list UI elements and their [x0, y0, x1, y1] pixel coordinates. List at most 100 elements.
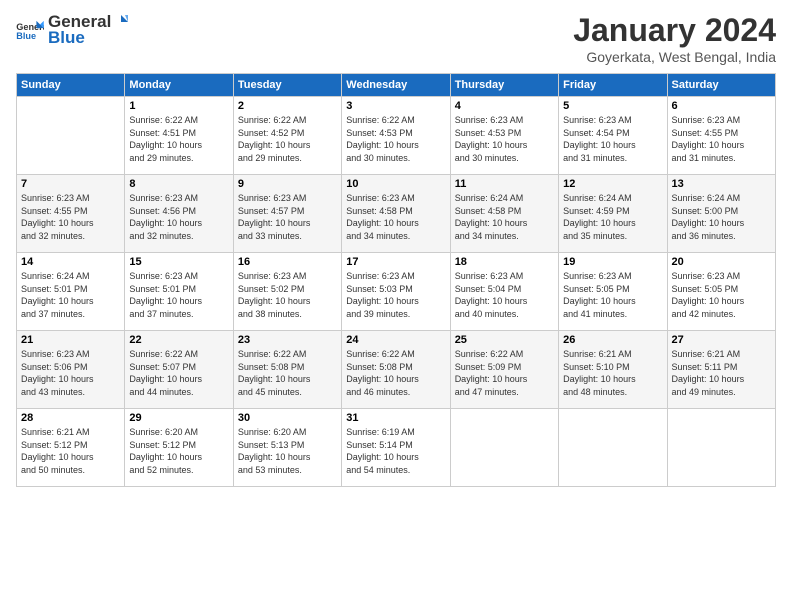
- day-info: Sunrise: 6:23 AM Sunset: 5:05 PM Dayligh…: [672, 270, 771, 320]
- day-number: 4: [455, 100, 554, 112]
- day-info: Sunrise: 6:23 AM Sunset: 5:05 PM Dayligh…: [563, 270, 662, 320]
- col-monday: Monday: [125, 74, 233, 97]
- day-number: 9: [238, 178, 337, 190]
- table-row: 29Sunrise: 6:20 AM Sunset: 5:12 PM Dayli…: [125, 409, 233, 487]
- day-number: 14: [21, 256, 120, 268]
- day-info: Sunrise: 6:20 AM Sunset: 5:12 PM Dayligh…: [129, 426, 228, 476]
- calendar-week-3: 14 Sunrise: 6:24 AM Sunset: 5:01 PM Dayli…: [17, 253, 776, 331]
- table-row: 2 Sunrise: 6:22 AM Sunset: 4:52 PM Daylig…: [233, 97, 341, 175]
- table-row: 23 Sunrise: 6:22 AM Sunset: 5:08 PM Dayli…: [233, 331, 341, 409]
- day-number: 22: [129, 334, 228, 346]
- day-info: Sunrise: 6:24 AM Sunset: 4:59 PM Dayligh…: [563, 192, 662, 242]
- table-row: [450, 409, 558, 487]
- calendar-week-4: 21Sunrise: 6:23 AM Sunset: 5:06 PM Dayli…: [17, 331, 776, 409]
- day-info: Sunrise: 6:23 AM Sunset: 4:56 PM Dayligh…: [129, 192, 228, 242]
- day-info: Sunrise: 6:23 AM Sunset: 4:54 PM Dayligh…: [563, 114, 662, 164]
- table-row: 9Sunrise: 6:23 AM Sunset: 4:57 PM Daylig…: [233, 175, 341, 253]
- col-saturday: Saturday: [667, 74, 775, 97]
- logo: General Blue General Blue: [16, 12, 131, 48]
- day-info: Sunrise: 6:22 AM Sunset: 5:07 PM Dayligh…: [129, 348, 228, 398]
- table-row: [667, 409, 775, 487]
- day-number: 17: [346, 256, 445, 268]
- table-row: 1Sunrise: 6:22 AM Sunset: 4:51 PM Daylig…: [125, 97, 233, 175]
- day-number: 8: [129, 178, 228, 190]
- day-number: 10: [346, 178, 445, 190]
- table-row: 20 Sunrise: 6:23 AM Sunset: 5:05 PM Dayli…: [667, 253, 775, 331]
- calendar-title: January 2024: [573, 12, 776, 49]
- day-info: Sunrise: 6:24 AM Sunset: 4:58 PM Dayligh…: [455, 192, 554, 242]
- day-number: 19: [563, 256, 662, 268]
- table-row: 18 Sunrise: 6:23 AM Sunset: 5:04 PM Dayli…: [450, 253, 558, 331]
- day-info: Sunrise: 6:24 AM Sunset: 5:01 PM Dayligh…: [21, 270, 120, 320]
- day-info: Sunrise: 6:22 AM Sunset: 4:51 PM Dayligh…: [129, 114, 228, 164]
- table-row: 28 Sunrise: 6:21 AM Sunset: 5:12 PM Dayli…: [17, 409, 125, 487]
- day-number: 30: [238, 412, 337, 424]
- calendar-week-5: 28 Sunrise: 6:21 AM Sunset: 5:12 PM Dayli…: [17, 409, 776, 487]
- table-row: 3Sunrise: 6:22 AM Sunset: 4:53 PM Daylig…: [342, 97, 450, 175]
- day-number: 15: [129, 256, 228, 268]
- table-row: 6Sunrise: 6:23 AM Sunset: 4:55 PM Daylig…: [667, 97, 775, 175]
- day-number: 7: [21, 178, 120, 190]
- table-row: 17 Sunrise: 6:23 AM Sunset: 5:03 PM Dayli…: [342, 253, 450, 331]
- table-row: 14 Sunrise: 6:24 AM Sunset: 5:01 PM Dayli…: [17, 253, 125, 331]
- day-number: 18: [455, 256, 554, 268]
- col-friday: Friday: [559, 74, 667, 97]
- table-row: 16Sunrise: 6:23 AM Sunset: 5:02 PM Dayli…: [233, 253, 341, 331]
- day-number: 27: [672, 334, 771, 346]
- day-info: Sunrise: 6:23 AM Sunset: 5:03 PM Dayligh…: [346, 270, 445, 320]
- col-sunday: Sunday: [17, 74, 125, 97]
- calendar-header-row: Sunday Monday Tuesday Wednesday Thursday…: [17, 74, 776, 97]
- day-number: 23: [238, 334, 337, 346]
- table-row: 5 Sunrise: 6:23 AM Sunset: 4:54 PM Daylig…: [559, 97, 667, 175]
- day-number: 12: [563, 178, 662, 190]
- day-info: Sunrise: 6:22 AM Sunset: 5:09 PM Dayligh…: [455, 348, 554, 398]
- table-row: 8 Sunrise: 6:23 AM Sunset: 4:56 PM Daylig…: [125, 175, 233, 253]
- title-block: January 2024 Goyerkata, West Bengal, Ind…: [573, 12, 776, 65]
- day-number: 2: [238, 100, 337, 112]
- day-number: 11: [455, 178, 554, 190]
- day-info: Sunrise: 6:19 AM Sunset: 5:14 PM Dayligh…: [346, 426, 445, 476]
- day-number: 28: [21, 412, 120, 424]
- day-info: Sunrise: 6:23 AM Sunset: 4:55 PM Dayligh…: [21, 192, 120, 242]
- day-info: Sunrise: 6:22 AM Sunset: 4:52 PM Dayligh…: [238, 114, 337, 164]
- table-row: 25Sunrise: 6:22 AM Sunset: 5:09 PM Dayli…: [450, 331, 558, 409]
- table-row: [559, 409, 667, 487]
- day-info: Sunrise: 6:23 AM Sunset: 5:02 PM Dayligh…: [238, 270, 337, 320]
- table-row: 22 Sunrise: 6:22 AM Sunset: 5:07 PM Dayli…: [125, 331, 233, 409]
- table-row: 11 Sunrise: 6:24 AM Sunset: 4:58 PM Dayli…: [450, 175, 558, 253]
- table-row: 13 Sunrise: 6:24 AM Sunset: 5:00 PM Dayli…: [667, 175, 775, 253]
- day-number: 20: [672, 256, 771, 268]
- table-row: 21Sunrise: 6:23 AM Sunset: 5:06 PM Dayli…: [17, 331, 125, 409]
- day-info: Sunrise: 6:22 AM Sunset: 5:08 PM Dayligh…: [346, 348, 445, 398]
- svg-text:Blue: Blue: [16, 31, 36, 41]
- day-info: Sunrise: 6:23 AM Sunset: 5:04 PM Dayligh…: [455, 270, 554, 320]
- table-row: 19 Sunrise: 6:23 AM Sunset: 5:05 PM Dayli…: [559, 253, 667, 331]
- day-info: Sunrise: 6:22 AM Sunset: 5:08 PM Dayligh…: [238, 348, 337, 398]
- day-number: 24: [346, 334, 445, 346]
- day-number: 26: [563, 334, 662, 346]
- calendar-subtitle: Goyerkata, West Bengal, India: [573, 49, 776, 65]
- calendar-week-1: 1Sunrise: 6:22 AM Sunset: 4:51 PM Daylig…: [17, 97, 776, 175]
- day-info: Sunrise: 6:23 AM Sunset: 4:55 PM Dayligh…: [672, 114, 771, 164]
- day-info: Sunrise: 6:21 AM Sunset: 5:11 PM Dayligh…: [672, 348, 771, 398]
- table-row: 31 Sunrise: 6:19 AM Sunset: 5:14 PM Dayli…: [342, 409, 450, 487]
- col-wednesday: Wednesday: [342, 74, 450, 97]
- day-info: Sunrise: 6:21 AM Sunset: 5:12 PM Dayligh…: [21, 426, 120, 476]
- day-number: 13: [672, 178, 771, 190]
- table-row: 27 Sunrise: 6:21 AM Sunset: 5:11 PM Dayli…: [667, 331, 775, 409]
- day-number: 31: [346, 412, 445, 424]
- day-number: 5: [563, 100, 662, 112]
- day-info: Sunrise: 6:24 AM Sunset: 5:00 PM Dayligh…: [672, 192, 771, 242]
- table-row: 10Sunrise: 6:23 AM Sunset: 4:58 PM Dayli…: [342, 175, 450, 253]
- page-header: General Blue General Blue January 2024 G…: [16, 12, 776, 65]
- table-row: 12 Sunrise: 6:24 AM Sunset: 4:59 PM Dayli…: [559, 175, 667, 253]
- day-number: 21: [21, 334, 120, 346]
- table-row: 4 Sunrise: 6:23 AM Sunset: 4:53 PM Daylig…: [450, 97, 558, 175]
- table-row: [17, 97, 125, 175]
- table-row: 15Sunrise: 6:23 AM Sunset: 5:01 PM Dayli…: [125, 253, 233, 331]
- day-info: Sunrise: 6:22 AM Sunset: 4:53 PM Dayligh…: [346, 114, 445, 164]
- table-row: 30Sunrise: 6:20 AM Sunset: 5:13 PM Dayli…: [233, 409, 341, 487]
- table-row: 24 Sunrise: 6:22 AM Sunset: 5:08 PM Dayli…: [342, 331, 450, 409]
- calendar-week-2: 7 Sunrise: 6:23 AM Sunset: 4:55 PM Daylig…: [17, 175, 776, 253]
- day-info: Sunrise: 6:23 AM Sunset: 4:53 PM Dayligh…: [455, 114, 554, 164]
